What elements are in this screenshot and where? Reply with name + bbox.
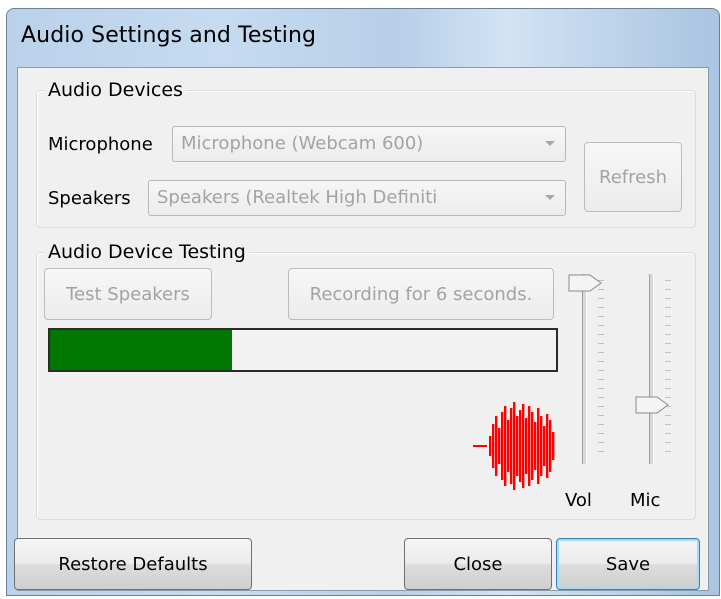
record-button[interactable]: Recording for 6 seconds. bbox=[288, 268, 554, 320]
chevron-down-icon bbox=[545, 141, 555, 146]
level-meter bbox=[48, 328, 558, 372]
microphone-select-value: Microphone (Webcam 600) bbox=[181, 133, 424, 154]
audio-device-testing-group-label: Audio Device Testing bbox=[45, 241, 249, 263]
speakers-select-value: Speakers (Realtek High Definiti bbox=[157, 187, 438, 208]
dialog-client-area: Audio Devices Microphone Microphone (Web… bbox=[14, 67, 709, 591]
volume-slider-ticks bbox=[598, 280, 604, 460]
mic-slider-thumb[interactable] bbox=[635, 396, 669, 414]
mic-label: Mic bbox=[630, 490, 661, 511]
microphone-label: Microphone bbox=[48, 134, 153, 155]
restore-defaults-button[interactable]: Restore Defaults bbox=[14, 538, 252, 590]
speakers-label: Speakers bbox=[48, 188, 131, 209]
volume-slider-track bbox=[582, 274, 587, 464]
volume-slider[interactable] bbox=[568, 274, 608, 464]
refresh-button[interactable]: Refresh bbox=[584, 142, 682, 212]
audio-devices-group-label: Audio Devices bbox=[45, 79, 186, 101]
title-bar[interactable]: Audio Settings and Testing bbox=[7, 9, 719, 67]
mic-slider[interactable] bbox=[635, 274, 675, 464]
audio-settings-window: Audio Settings and Testing Audio Devices… bbox=[6, 8, 720, 596]
close-button[interactable]: Close bbox=[404, 538, 552, 590]
level-meter-fill bbox=[50, 330, 233, 370]
window-title: Audio Settings and Testing bbox=[21, 23, 317, 48]
volume-label: Vol bbox=[565, 490, 592, 511]
mic-slider-ticks bbox=[665, 280, 671, 460]
waveform-icon bbox=[473, 402, 555, 490]
save-button[interactable]: Save bbox=[556, 538, 700, 590]
chevron-down-icon bbox=[545, 195, 555, 200]
test-speakers-button[interactable]: Test Speakers bbox=[44, 268, 212, 320]
microphone-select[interactable]: Microphone (Webcam 600) bbox=[172, 126, 566, 162]
volume-slider-thumb[interactable] bbox=[568, 274, 602, 292]
mic-slider-track bbox=[649, 274, 654, 464]
speakers-select[interactable]: Speakers (Realtek High Definiti bbox=[148, 180, 566, 216]
